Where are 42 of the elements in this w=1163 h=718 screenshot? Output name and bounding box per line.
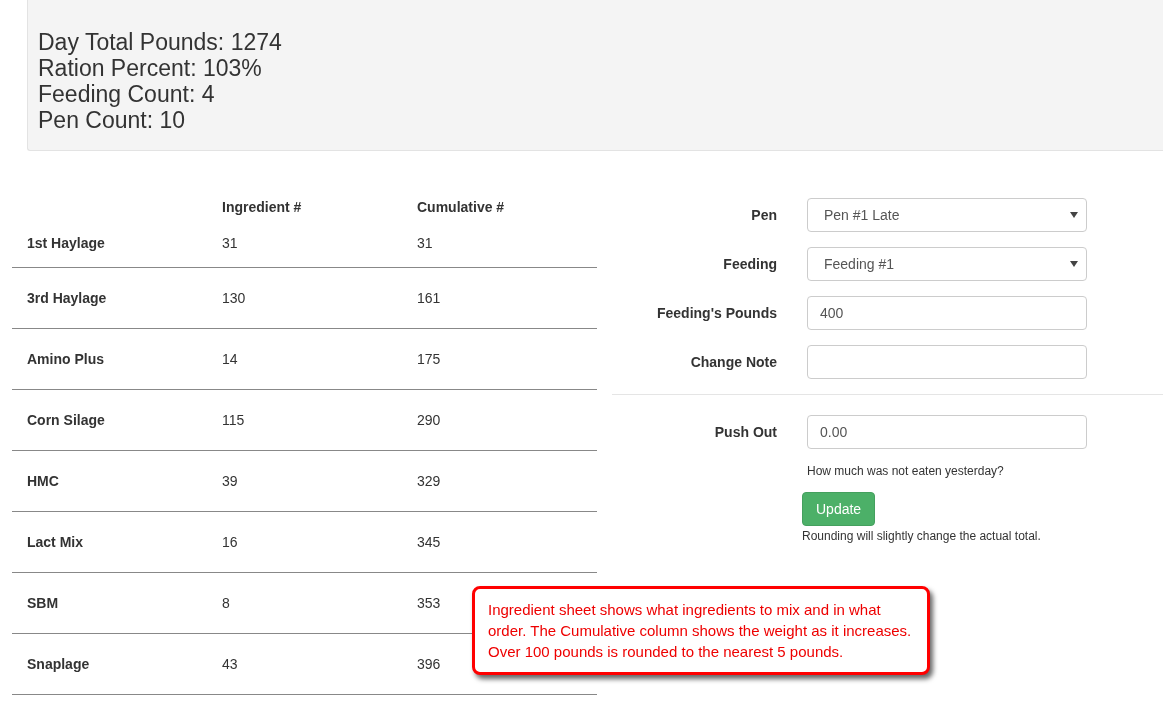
table-cell: 43 xyxy=(207,633,402,695)
table-cell: 130 xyxy=(207,267,402,329)
column-header: Ingredient # xyxy=(221,198,303,217)
field-label: Pen xyxy=(750,207,778,223)
table-cell: 161 xyxy=(402,267,597,329)
input-field[interactable]: 400 xyxy=(807,296,1087,330)
dropdown[interactable]: Pen #1 Late xyxy=(807,198,1087,232)
field-label: Feeding xyxy=(722,256,778,272)
table-cell: 329 xyxy=(402,450,597,512)
summary-line: Ration Percent: 103% xyxy=(38,55,263,81)
field-label: Feeding's Pounds xyxy=(656,305,778,321)
help-text: How much was not eaten yesterday? xyxy=(807,464,1005,478)
table-cell: 31 xyxy=(402,219,597,268)
table-cell: 115 xyxy=(207,389,402,451)
ingredient-name: SBM xyxy=(12,572,207,634)
caret-icon xyxy=(1070,261,1078,267)
summary-line: Pen Count: 10 xyxy=(38,107,187,133)
dropdown[interactable]: Feeding #1 xyxy=(807,247,1087,281)
table-cell: 31 xyxy=(207,219,402,268)
column-header: Cumulative # xyxy=(416,198,506,217)
field-label: Push Out xyxy=(713,424,778,440)
table-cell: 345 xyxy=(402,511,597,573)
help-text: Rounding will slightly change the actual total. xyxy=(802,529,1042,543)
summary-line: Feeding Count: 4 xyxy=(38,81,216,107)
input-field[interactable]: 0.00 xyxy=(807,415,1087,449)
field-label: Change Note xyxy=(689,354,778,370)
ingredient-name: Amino Plus xyxy=(12,328,207,390)
ingredient-name: Snaplage xyxy=(12,633,207,695)
ingredient-name: Lact Mix xyxy=(12,511,207,573)
ingredient-name: Corn Silage xyxy=(12,389,207,451)
ingredient-name: 1st Haylage xyxy=(12,219,207,268)
ingredient-name: 3rd Haylage xyxy=(12,267,207,329)
table-cell: 290 xyxy=(402,389,597,451)
input-field[interactable] xyxy=(807,345,1087,379)
table-cell: 14 xyxy=(207,328,402,390)
table-cell: 16 xyxy=(207,511,402,573)
ingredient-name: HMC xyxy=(12,450,207,512)
table-cell: 39 xyxy=(207,450,402,512)
table-cell: 175 xyxy=(402,328,597,390)
summary-line: Day Total Pounds: 1274 xyxy=(38,29,283,55)
table-cell: 8 xyxy=(207,572,402,634)
caret-icon xyxy=(1070,212,1078,218)
